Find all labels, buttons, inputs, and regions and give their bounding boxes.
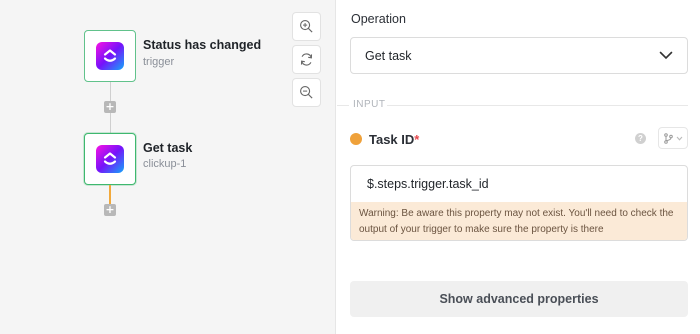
refresh-icon [300, 53, 313, 66]
zoom-in-button[interactable] [292, 12, 321, 41]
trigger-title: Status has changed [143, 38, 262, 52]
step-title: Get task [143, 141, 193, 155]
step-config-panel: Operation Get task INPUT Task ID * ? $.s… [337, 0, 700, 334]
zoom-out-button[interactable] [292, 78, 321, 107]
get-task-node[interactable] [84, 133, 136, 185]
warning-message: Warning: Be aware this property may not … [351, 202, 687, 240]
connector-line [109, 113, 111, 133]
required-mark: * [414, 131, 420, 147]
divider-line [387, 105, 688, 106]
fit-view-button[interactable] [292, 45, 321, 74]
status-dot [350, 133, 362, 145]
show-advanced-properties-button[interactable]: Show advanced properties [350, 281, 688, 317]
trigger-subtitle: trigger [143, 56, 175, 68]
input-section-divider: INPUT [337, 99, 700, 111]
chevron-down-icon [676, 136, 682, 141]
add-step-button[interactable]: + [104, 101, 116, 113]
connector-line-active [109, 185, 111, 204]
operation-value: Get task [365, 48, 412, 63]
zoom-in-icon [300, 20, 313, 33]
step-subtitle: clickup-1 [143, 158, 187, 170]
branch-menu-button[interactable] [658, 127, 688, 149]
divider-line [337, 105, 349, 106]
clickup-logo-icon [96, 42, 124, 70]
zoom-out-icon [300, 86, 313, 99]
operation-label: Operation [351, 12, 406, 26]
connector-line [109, 82, 111, 101]
chevron-down-icon [659, 51, 673, 60]
task-id-field-header: Task ID * ? [350, 127, 688, 149]
trigger-node[interactable] [84, 30, 136, 82]
branch-icon [663, 132, 673, 144]
field-label: Task ID [369, 131, 415, 147]
section-label: INPUT [353, 99, 386, 110]
clickup-logo-icon [96, 145, 124, 173]
task-id-input[interactable]: $.steps.trigger.task_id Warning: Be awar… [350, 165, 688, 241]
help-icon[interactable]: ? [635, 133, 646, 144]
flow-canvas: Status has changed trigger + Get task cl… [0, 0, 336, 334]
add-step-button[interactable]: + [104, 204, 116, 216]
task-id-value[interactable]: $.steps.trigger.task_id [367, 177, 489, 191]
operation-select[interactable]: Get task [350, 37, 688, 74]
